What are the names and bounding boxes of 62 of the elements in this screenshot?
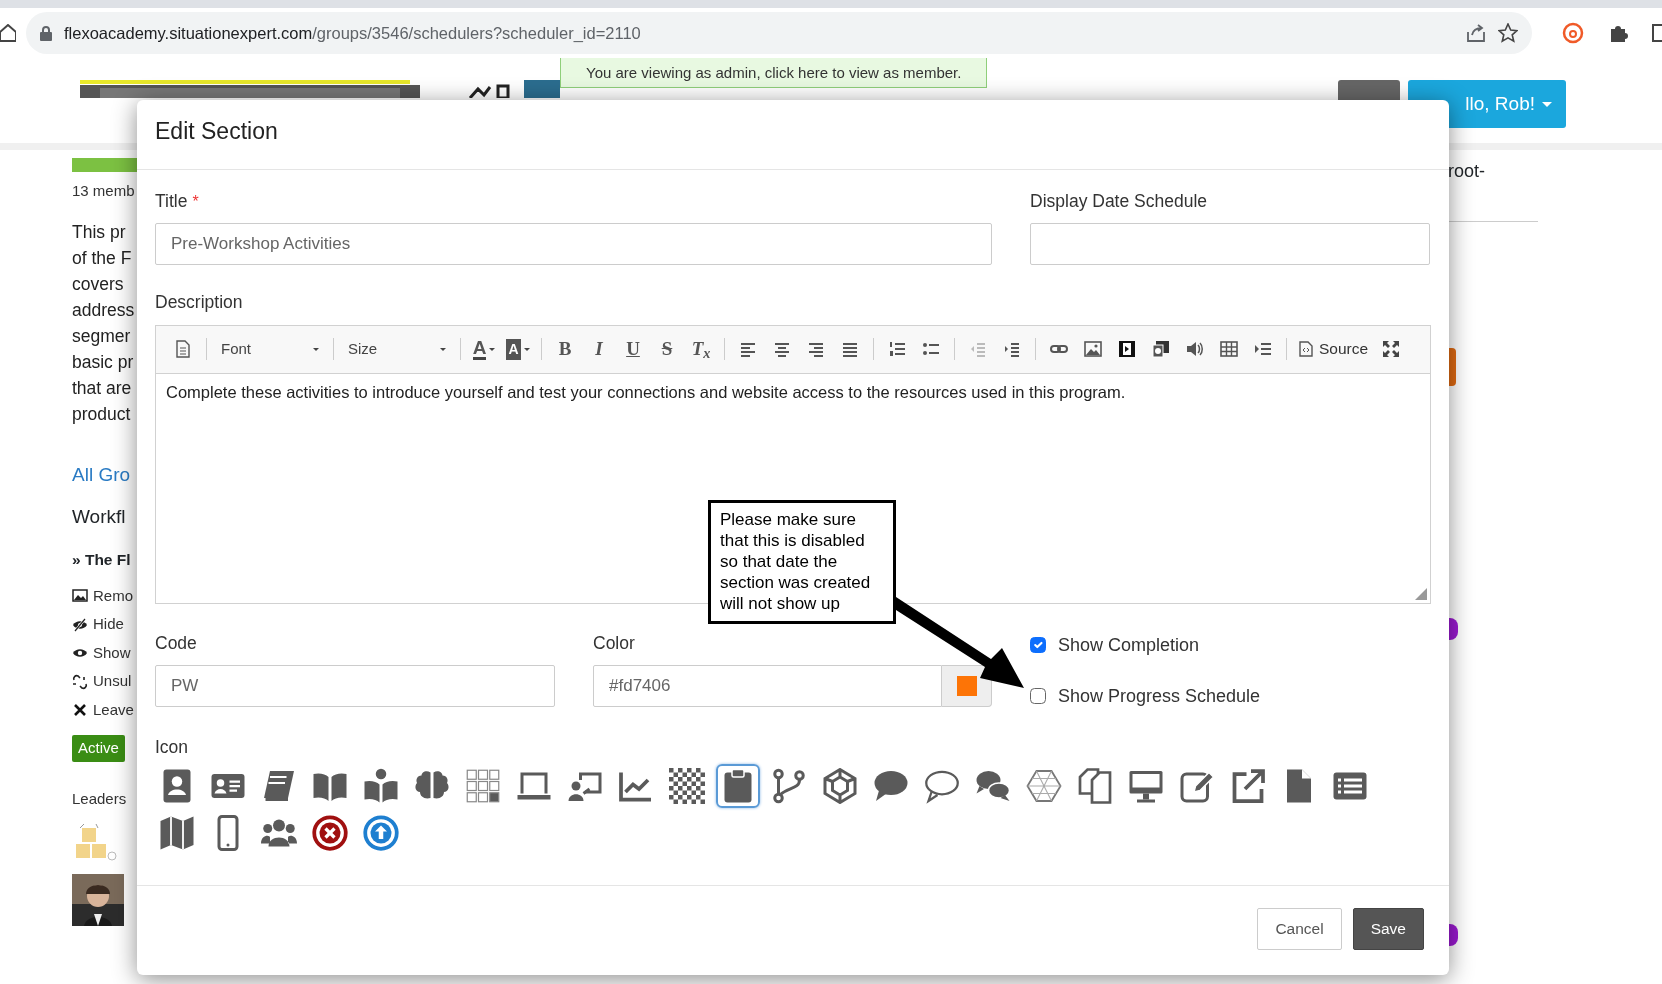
puzzle-icon[interactable] xyxy=(1608,23,1628,43)
editor-text: Complete these activities to introduce yourself and test your connections and website access to the resources used in this program. xyxy=(166,381,1127,403)
font-dropdown[interactable]: Font xyxy=(213,334,327,364)
field-label: Description xyxy=(155,291,244,315)
clipboard-icon[interactable] xyxy=(716,763,760,808)
source-icon xyxy=(1299,341,1313,357)
banner-strip xyxy=(72,158,138,172)
background-color-button[interactable]: A xyxy=(501,334,535,364)
member-count: 13 memb xyxy=(72,181,136,201)
date-field[interactable] xyxy=(1030,223,1430,266)
checkbox-label: Show Completion xyxy=(1058,633,1200,657)
field-label: Title xyxy=(155,190,188,213)
source-button[interactable]: Source xyxy=(1293,334,1375,364)
italic-button[interactable]: I xyxy=(582,334,616,364)
color-picker-button[interactable] xyxy=(942,664,992,707)
annotation-callout: Please make sure that this is disabled so that date the section was created will not show up xyxy=(708,500,896,624)
status-badge: Active xyxy=(72,735,125,762)
description-text: This pr of the F covers address segmer basic pr that are product xyxy=(72,220,136,426)
page-text: root- xyxy=(1448,160,1486,183)
text-color-button[interactable]: A xyxy=(467,334,501,364)
field-label: Color xyxy=(593,631,636,655)
home-icon[interactable] xyxy=(0,24,16,42)
lock-icon xyxy=(40,25,52,41)
workflow-link[interactable]: » The Fl xyxy=(72,547,138,571)
required-mark: * xyxy=(192,192,199,212)
strikethrough-button[interactable]: S xyxy=(650,334,684,364)
image-icon xyxy=(72,588,88,604)
url-text: flexoacademy.situationexpert.com/groups/3546/schedulers?scheduler_id=2110 xyxy=(64,22,641,44)
share-icon[interactable] xyxy=(1466,24,1486,42)
action-link[interactable]: Unsul xyxy=(93,670,132,693)
groups-link[interactable]: All Gro xyxy=(72,460,138,489)
code-field[interactable]: PW xyxy=(155,664,555,707)
admin-notice[interactable]: You are viewing as admin, click here to view as member. xyxy=(560,58,988,88)
checkbox[interactable] xyxy=(1030,637,1046,653)
remove-format-button[interactable]: T$_{x}$ xyxy=(684,334,718,364)
checkbox-label: Show Progress Schedule xyxy=(1058,684,1261,708)
size-dropdown[interactable]: Size xyxy=(340,334,454,364)
action-link[interactable]: Remo xyxy=(93,584,133,608)
leaders-label: Leaders xyxy=(72,788,128,809)
color-field[interactable]: #fd7406 xyxy=(593,664,942,707)
save-button[interactable]: Save xyxy=(1352,908,1424,950)
dialog-title: Edit Section xyxy=(155,117,279,146)
field-label: Icon xyxy=(155,735,190,759)
field-label: Code xyxy=(155,631,198,655)
section-heading: Workfl xyxy=(72,505,127,529)
cancel-button[interactable]: Cancel xyxy=(1257,908,1342,950)
action-link[interactable]: Hide xyxy=(93,613,124,636)
extension-icon[interactable] xyxy=(1562,22,1584,44)
bold-button[interactable]: B xyxy=(548,334,582,364)
checkbox[interactable] xyxy=(1030,688,1046,704)
underline-button[interactable]: U xyxy=(616,334,650,364)
close-icon xyxy=(72,702,88,718)
star-icon[interactable] xyxy=(1498,23,1518,43)
resize-grip-icon[interactable] xyxy=(1415,587,1427,600)
field-label: Display Date Schedule xyxy=(1030,190,1209,213)
title-field[interactable]: Pre-Workshop Activities xyxy=(155,223,992,266)
unlink-icon xyxy=(72,673,88,690)
address-bar[interactable]: flexoacademy.situationexpert.com/groups/3546/schedulers?scheduler_id=2110 xyxy=(26,12,1532,54)
eye-slash-icon xyxy=(72,616,88,633)
action-link[interactable]: Show xyxy=(93,641,131,665)
action-link[interactable]: Leave xyxy=(93,698,134,722)
side-panel-icon[interactable] xyxy=(1652,23,1662,43)
